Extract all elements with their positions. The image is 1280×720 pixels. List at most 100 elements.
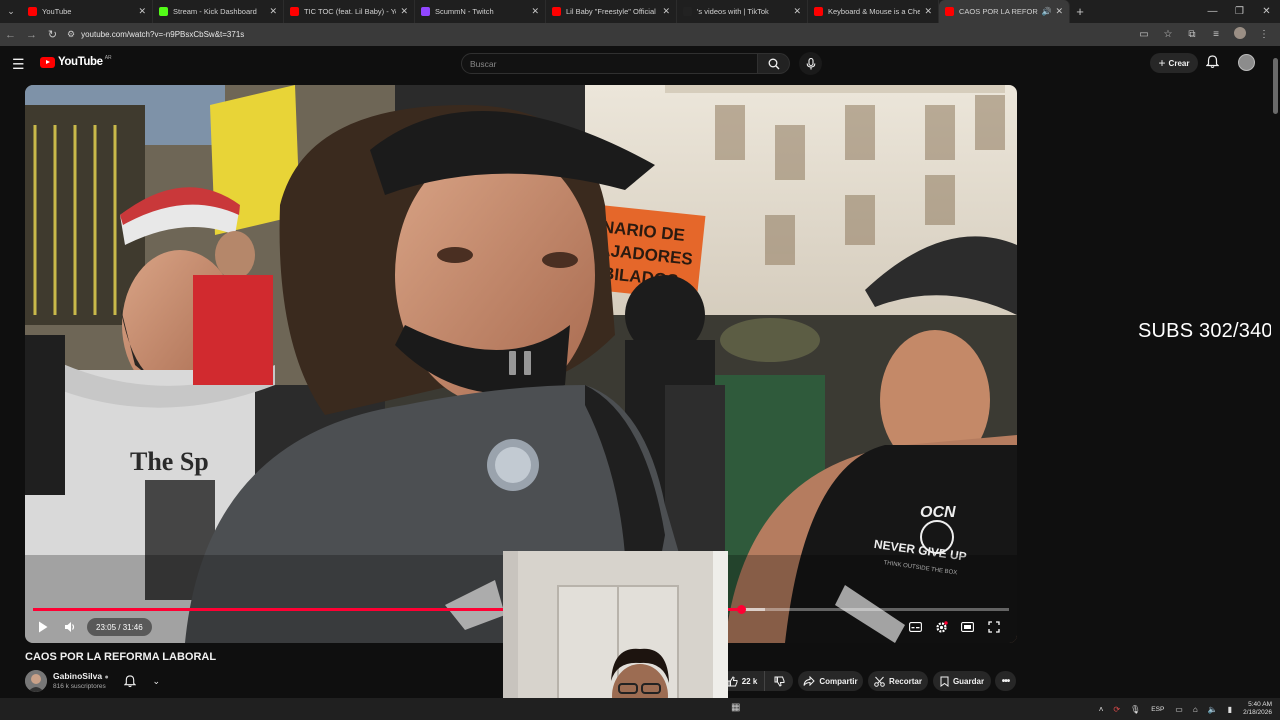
subscription-notifications-button[interactable]: ⌄ bbox=[124, 672, 160, 691]
tray-battery-icon[interactable]: ▮ bbox=[1228, 705, 1232, 714]
forward-icon[interactable]: → bbox=[21, 29, 42, 41]
miniplayer-icon bbox=[960, 622, 974, 632]
search-button[interactable] bbox=[758, 53, 790, 74]
site-info-icon[interactable]: ⚙ bbox=[67, 29, 75, 40]
scissors-icon bbox=[874, 676, 885, 687]
scrollbar-thumb[interactable] bbox=[1273, 58, 1278, 114]
hamburger-menu-icon[interactable]: ☰ bbox=[12, 56, 25, 73]
browser-tab[interactable]: YouTube ✕ bbox=[22, 0, 153, 23]
reload-icon[interactable]: ↻ bbox=[42, 28, 63, 41]
dislike-button[interactable] bbox=[764, 671, 793, 691]
tray-display-icon[interactable]: ▭ bbox=[1175, 705, 1183, 714]
tray-network-icon[interactable]: ⌂ bbox=[1193, 705, 1198, 714]
time-display: 23:05 / 31:46 bbox=[87, 618, 152, 636]
url-field[interactable]: ⚙ youtube.com/watch?v=-n9PBsxCbSw&t=371s bbox=[67, 26, 244, 43]
tab-close-icon[interactable]: ✕ bbox=[400, 6, 408, 17]
browser-tab[interactable]: ScummN - Twitch ✕ bbox=[415, 0, 546, 23]
clip-label: Recortar bbox=[889, 676, 922, 686]
webcam-feed bbox=[503, 551, 728, 720]
shirt-left-text: The Sp bbox=[130, 447, 209, 476]
browser-tab[interactable]: Stream - Kick Dashboard ✕ bbox=[153, 0, 284, 23]
tab-close-icon[interactable]: ✕ bbox=[1055, 6, 1063, 17]
fullscreen-icon bbox=[988, 621, 1000, 633]
tab-close-icon[interactable]: ✕ bbox=[662, 6, 670, 17]
notifications-button[interactable] bbox=[1205, 55, 1220, 74]
channel-name[interactable]: GabinoSilva ● bbox=[53, 671, 109, 681]
tab-close-icon[interactable]: ✕ bbox=[531, 6, 539, 17]
tab-favicon-icon bbox=[421, 7, 430, 16]
search-input[interactable] bbox=[470, 58, 757, 69]
play-button[interactable] bbox=[33, 618, 53, 636]
share-button[interactable]: Compartir bbox=[798, 671, 863, 691]
cast-icon[interactable]: ▭ bbox=[1132, 29, 1156, 40]
browser-tab[interactable]: TIC TOC (feat. Lil Baby) - YouTube ✕ bbox=[284, 0, 415, 23]
bookmark-star-icon[interactable]: ☆ bbox=[1156, 29, 1180, 40]
tab-search-icon[interactable]: ⌄ bbox=[0, 1, 22, 23]
taskbar-app-icon[interactable]: ▦ bbox=[731, 702, 740, 713]
scrubber-handle[interactable] bbox=[737, 605, 747, 614]
more-actions-button[interactable]: ••• bbox=[995, 671, 1016, 691]
volume-button[interactable] bbox=[60, 618, 80, 636]
tab-title: ScummN - Twitch bbox=[435, 7, 494, 16]
window-controls: — ❐ ✕ bbox=[1199, 0, 1280, 23]
browser-tab-bar: ⌄ YouTube ✕ Stream - Kick Dashboard ✕ TIC TO… bbox=[0, 0, 1280, 23]
browser-tab[interactable]: Lil Baby "Freestyle" Official Music ✕ bbox=[546, 0, 677, 23]
settings-button[interactable] bbox=[931, 618, 951, 636]
video-title: CAOS POR LA REFORMA LABORAL bbox=[25, 651, 217, 663]
browser-tab[interactable]: Keyboard & Mouse is a Cheat Code ✕ bbox=[808, 0, 939, 23]
miniplayer-button[interactable] bbox=[957, 618, 977, 636]
tab-close-icon[interactable]: ✕ bbox=[138, 6, 146, 17]
tab-title: Stream - Kick Dashboard bbox=[173, 7, 257, 16]
subtitles-button[interactable] bbox=[905, 618, 925, 636]
tab-close-icon[interactable]: ✕ bbox=[793, 6, 801, 17]
more-horizontal-icon: ••• bbox=[1001, 675, 1010, 687]
tab-close-icon[interactable]: ✕ bbox=[924, 6, 932, 17]
extensions-icon[interactable]: ⧉ bbox=[1180, 29, 1204, 40]
restore-icon[interactable]: ❐ bbox=[1226, 0, 1253, 23]
gear-icon bbox=[935, 620, 948, 633]
tray-volume-icon[interactable]: 🔈 bbox=[1208, 705, 1218, 714]
new-tab-button[interactable]: + bbox=[1070, 4, 1090, 19]
tab-title: TIC TOC (feat. Lil Baby) - YouTube bbox=[304, 7, 396, 16]
language-indicator[interactable]: ESP bbox=[1151, 706, 1164, 713]
browser-tab[interactable]: CAOS POR LA REFORMA LABORAL🔊 ✕ bbox=[939, 0, 1070, 23]
bell-icon bbox=[124, 675, 136, 688]
save-button[interactable]: Guardar bbox=[933, 671, 991, 691]
tab-title: YouTube bbox=[42, 7, 72, 16]
voice-search-button[interactable] bbox=[799, 52, 822, 75]
page-scrollbar[interactable] bbox=[1271, 46, 1280, 698]
tab-favicon-icon bbox=[945, 7, 954, 16]
shirt-right-top-text: OCN bbox=[920, 504, 956, 521]
tab-favicon-icon bbox=[683, 7, 692, 16]
clock[interactable]: 5:40 AM 2/18/2026 bbox=[1243, 701, 1272, 717]
tab-title: Keyboard & Mouse is a Cheat Code bbox=[828, 7, 920, 16]
create-button[interactable]: + Crear bbox=[1150, 53, 1198, 73]
clip-button[interactable]: Recortar bbox=[868, 671, 928, 691]
tray-overflow-icon[interactable]: ˄ bbox=[1099, 705, 1104, 714]
account-avatar[interactable] bbox=[1238, 54, 1255, 71]
tray-mic-icon[interactable]: 🎙 bbox=[1130, 705, 1140, 714]
back-icon[interactable]: ← bbox=[0, 29, 21, 41]
tab-favicon-icon bbox=[552, 7, 561, 16]
system-tray: ˄ ⟳ 🎙 ESP ▭ ⌂ 🔈 ▮ 5:40 AM 2/18/2026 bbox=[1094, 698, 1272, 720]
logo-text: YouTube bbox=[58, 56, 103, 68]
close-window-icon[interactable]: ✕ bbox=[1253, 0, 1280, 23]
media-controls-icon[interactable]: ≡ bbox=[1204, 29, 1228, 40]
channel-avatar[interactable] bbox=[25, 670, 47, 692]
save-label: Guardar bbox=[952, 676, 985, 686]
tab-audio-icon[interactable]: 🔊 bbox=[1041, 7, 1051, 16]
tab-favicon-icon bbox=[814, 7, 823, 16]
play-icon bbox=[39, 621, 48, 633]
fullscreen-button[interactable] bbox=[984, 618, 1004, 636]
volume-icon bbox=[65, 622, 75, 632]
browser-menu-icon[interactable]: ⋮ bbox=[1252, 29, 1276, 40]
profile-avatar[interactable] bbox=[1228, 27, 1252, 42]
clock-time: 5:40 AM bbox=[1248, 701, 1272, 708]
minimize-icon[interactable]: — bbox=[1199, 0, 1226, 23]
channel-name-text: GabinoSilva bbox=[53, 671, 103, 681]
browser-tab[interactable]: 's videos with | TikTok ✕ bbox=[677, 0, 808, 23]
tray-sync-icon[interactable]: ⟳ bbox=[1113, 705, 1120, 714]
tab-close-icon[interactable]: ✕ bbox=[269, 6, 277, 17]
tab-title: 's videos with | TikTok bbox=[697, 7, 769, 16]
youtube-logo[interactable]: YouTube AR bbox=[40, 55, 112, 68]
